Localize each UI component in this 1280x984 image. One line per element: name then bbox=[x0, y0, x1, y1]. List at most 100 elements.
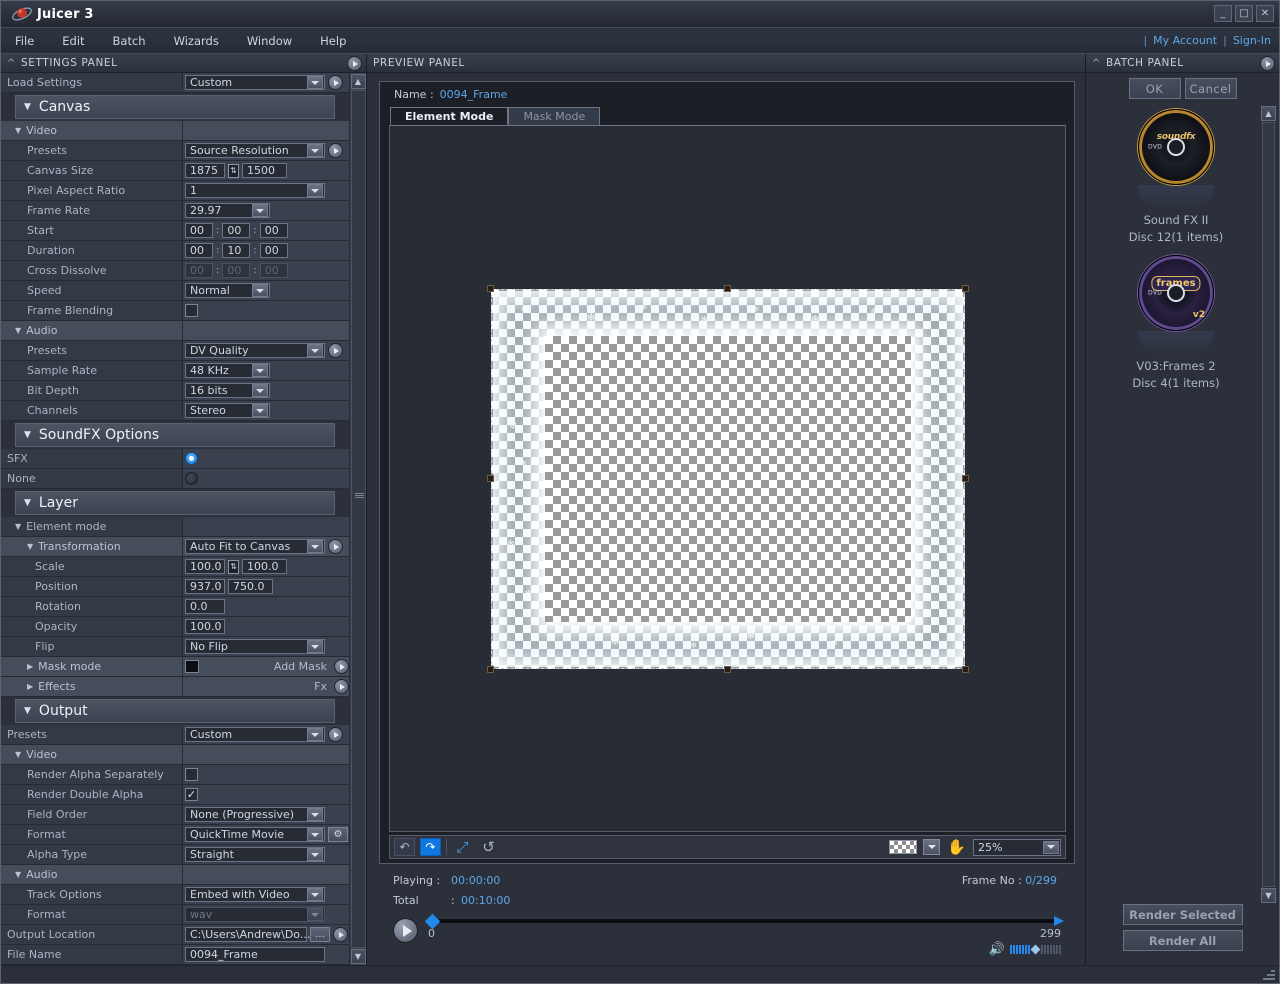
frame-blending-checkbox[interactable] bbox=[185, 304, 198, 317]
zoom-level-select[interactable]: 25% bbox=[973, 838, 1061, 856]
flip-select[interactable]: No Flip bbox=[185, 639, 325, 654]
browse-button[interactable]: ... bbox=[310, 927, 330, 942]
alpha-type-select[interactable]: Straight bbox=[185, 847, 325, 862]
output-format-select[interactable]: QuickTime Movie bbox=[185, 827, 325, 842]
tab-mask-mode[interactable]: Mask Mode bbox=[508, 107, 601, 125]
chevron-down-icon[interactable] bbox=[252, 404, 268, 417]
chevron-down-icon[interactable] bbox=[307, 888, 323, 901]
canvas-width-input[interactable]: 1875 bbox=[185, 163, 225, 178]
start-hours-input[interactable]: 00 bbox=[185, 223, 213, 238]
section-soundfx-options[interactable]: ▼ SoundFX Options bbox=[15, 423, 335, 447]
scroll-up-icon[interactable]: ▲ bbox=[350, 74, 366, 89]
resize-handle-top-left[interactable] bbox=[486, 284, 494, 292]
track-options-select[interactable]: Embed with Video bbox=[185, 887, 325, 902]
render-selected-button[interactable]: Render Selected bbox=[1122, 904, 1243, 925]
canvas-presets-select[interactable]: Source Resolution bbox=[185, 143, 325, 158]
resize-handle-bottom-center[interactable] bbox=[723, 665, 731, 673]
batch-scrollbar[interactable]: ▲ ▼ bbox=[1261, 105, 1276, 904]
menu-window[interactable]: Window bbox=[233, 31, 306, 51]
chevron-down-icon[interactable] bbox=[307, 728, 323, 741]
row-mask-mode[interactable]: ▶ Mask mode Add Mask bbox=[1, 657, 349, 677]
timeline[interactable]: 0 299 🔊 bbox=[424, 913, 1064, 957]
canvas-artwork-wrapper[interactable]: ❄ ❄ ❄ ❄ ❄ ❄ ❄ ❄ ❄ ❄ ❄ ❄ ❄ ❄ ❄ ❄ ❄ ❄ ❄ bbox=[486, 284, 969, 673]
frame-rate-select[interactable]: 29.97 bbox=[185, 203, 270, 218]
undo-icon[interactable]: ↶ bbox=[394, 838, 415, 856]
settings-scrollbar[interactable]: ▲ ▼ bbox=[349, 73, 366, 965]
sfx-none-radio[interactable] bbox=[185, 472, 198, 485]
channels-select[interactable]: Stereo bbox=[185, 403, 270, 418]
resize-handle-top-right[interactable] bbox=[961, 284, 969, 292]
chevron-down-icon[interactable] bbox=[307, 76, 323, 89]
section-output[interactable]: ▼ Output bbox=[15, 699, 335, 723]
fit-to-window-icon[interactable]: ⤢ bbox=[452, 838, 473, 856]
scale-y-input[interactable]: 100.0 bbox=[242, 559, 287, 574]
chevron-down-icon[interactable] bbox=[307, 848, 323, 861]
settings-panel-expand-icon[interactable] bbox=[347, 56, 362, 71]
timeline-track[interactable] bbox=[424, 913, 1064, 930]
disc-thumbnail-frames[interactable]: frames DVD v2 bbox=[1138, 255, 1214, 331]
close-button[interactable]: ✕ bbox=[1256, 5, 1274, 22]
scale-x-input[interactable]: 100.0 bbox=[185, 559, 225, 574]
my-account-link[interactable]: My Account bbox=[1153, 34, 1217, 47]
effects-fx-label[interactable]: Fx bbox=[314, 680, 331, 693]
add-mask-go-icon[interactable] bbox=[334, 659, 349, 674]
list-item[interactable]: soundfx II DVD Sound FX II Disc 12(1 ite… bbox=[1091, 109, 1261, 245]
settings-scroll-track[interactable] bbox=[350, 90, 366, 948]
scroll-down-icon[interactable]: ▼ bbox=[350, 949, 366, 964]
preview-stage[interactable]: ❄ ❄ ❄ ❄ ❄ ❄ ❄ ❄ ❄ ❄ ❄ ❄ ❄ ❄ ❄ ❄ ❄ ❄ ❄ bbox=[389, 125, 1066, 832]
output-presets-go-icon[interactable] bbox=[328, 727, 343, 742]
position-y-input[interactable]: 750.0 bbox=[228, 579, 273, 594]
volume-control[interactable]: 🔊 bbox=[428, 942, 1061, 957]
chevron-down-icon[interactable] bbox=[307, 808, 323, 821]
effects-go-icon[interactable] bbox=[334, 679, 349, 694]
chevron-down-icon[interactable] bbox=[307, 184, 323, 197]
settings-scroll-thumb-grip[interactable] bbox=[354, 493, 364, 499]
speed-select[interactable]: Normal bbox=[185, 283, 270, 298]
sfx-radio-selected[interactable] bbox=[185, 452, 198, 465]
collapse-chevron-icon[interactable]: ^ bbox=[7, 58, 16, 69]
output-presets-select[interactable]: Custom bbox=[185, 727, 325, 742]
transformation-go-icon[interactable] bbox=[328, 539, 343, 554]
output-location-go-icon[interactable] bbox=[333, 927, 348, 942]
speaker-icon[interactable]: 🔊 bbox=[989, 942, 1005, 957]
ok-button[interactable]: OK bbox=[1128, 78, 1181, 99]
collapse-chevron-icon[interactable]: ^ bbox=[1092, 58, 1101, 69]
sample-rate-select[interactable]: 48 KHz bbox=[185, 363, 270, 378]
render-all-button[interactable]: Render All bbox=[1122, 930, 1243, 951]
resize-handle-middle-right[interactable] bbox=[961, 474, 969, 482]
transformation-select[interactable]: Auto Fit to Canvas bbox=[185, 539, 325, 554]
timeline-end-marker[interactable] bbox=[1054, 916, 1064, 926]
menu-batch[interactable]: Batch bbox=[99, 31, 160, 51]
chevron-down-icon[interactable] bbox=[307, 144, 323, 157]
chevron-down-icon[interactable] bbox=[252, 384, 268, 397]
file-name-input[interactable]: 0094_Frame bbox=[185, 947, 325, 962]
canvas-height-input[interactable]: 1500 bbox=[242, 163, 287, 178]
background-chevron-down-icon[interactable] bbox=[923, 839, 940, 855]
resize-handle-top-center[interactable] bbox=[723, 284, 731, 292]
tab-element-mode[interactable]: Element Mode bbox=[390, 107, 509, 125]
chevron-down-icon[interactable] bbox=[307, 828, 323, 841]
play-button[interactable] bbox=[393, 918, 418, 943]
duration-minutes-input[interactable]: 10 bbox=[222, 243, 251, 258]
bit-depth-select[interactable]: 16 bits bbox=[185, 383, 270, 398]
menu-file[interactable]: File bbox=[1, 31, 48, 51]
resize-handle-bottom-right[interactable] bbox=[961, 665, 969, 673]
row-output-video-sub[interactable]: ▼ Video bbox=[1, 745, 349, 765]
output-location-input[interactable]: C:\Users\Andrew\Do... bbox=[185, 927, 310, 942]
pixel-aspect-ratio-select[interactable]: 1 bbox=[185, 183, 325, 198]
canvas-presets-go-icon[interactable] bbox=[328, 143, 343, 158]
menu-edit[interactable]: Edit bbox=[48, 31, 98, 51]
duration-seconds-input[interactable]: 00 bbox=[259, 243, 288, 258]
row-effects[interactable]: ▶ Effects Fx bbox=[1, 677, 349, 697]
minimize-button[interactable]: _ bbox=[1214, 5, 1232, 22]
field-order-select[interactable]: None (Progressive) bbox=[185, 807, 325, 822]
chevron-down-icon[interactable] bbox=[307, 540, 323, 553]
scroll-up-icon[interactable]: ▲ bbox=[1261, 106, 1276, 121]
start-seconds-input[interactable]: 00 bbox=[259, 223, 288, 238]
rotation-input[interactable]: 0.0 bbox=[185, 599, 225, 614]
menu-help[interactable]: Help bbox=[306, 31, 360, 51]
cancel-button[interactable]: Cancel bbox=[1184, 78, 1237, 99]
maximize-button[interactable]: □ bbox=[1235, 5, 1253, 22]
chevron-down-icon[interactable] bbox=[307, 640, 323, 653]
resize-handle-middle-left[interactable] bbox=[486, 474, 494, 482]
